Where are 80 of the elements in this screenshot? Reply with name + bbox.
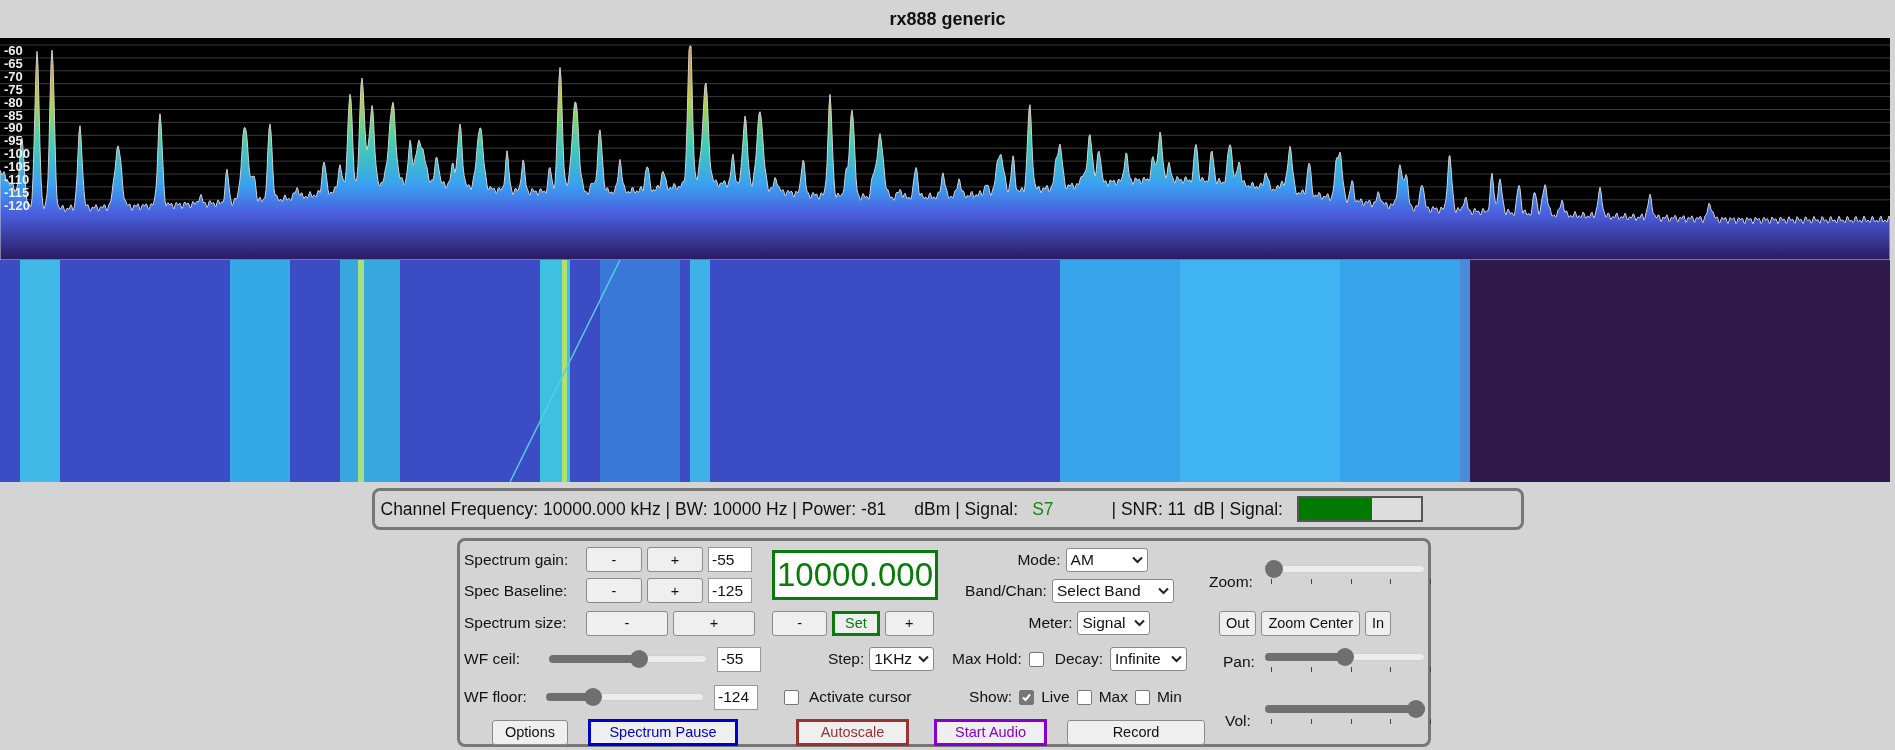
slider-thumb[interactable]: [1407, 699, 1425, 718]
options-button[interactable]: Options: [492, 719, 568, 745]
status-text: | SNR: 11: [1111, 498, 1186, 520]
chevron-down-icon: [1131, 555, 1143, 564]
minus-button[interactable]: -: [586, 547, 642, 572]
control-label: Mode:: [1017, 550, 1061, 569]
control-label: Decay:: [1054, 650, 1103, 668]
control-label: Max Hold:: [952, 650, 1022, 668]
set-button[interactable]: Set: [832, 610, 880, 636]
volume-slider[interactable]: [1265, 698, 1425, 719]
value-field[interactable]: -124: [714, 684, 758, 710]
control-label: Band/Chan:: [965, 581, 1047, 600]
axis-label: -70: [4, 70, 24, 84]
pause-button[interactable]: Spectrum Pause: [588, 718, 738, 746]
plus-button[interactable]: +: [673, 610, 755, 636]
window-title: rx888 generic: [889, 8, 1006, 30]
value-field[interactable]: -55: [717, 646, 761, 672]
value-field[interactable]: -125: [708, 578, 752, 603]
zoom-button[interactable]: Out: [1219, 610, 1257, 636]
control-label: WF ceil:: [464, 650, 520, 668]
checkbox-label: Activate cursor: [809, 688, 912, 706]
minus-button[interactable]: -: [772, 610, 828, 636]
frequency-display[interactable]: 10000.000: [772, 550, 938, 600]
status-text: dB | Signal:: [1193, 498, 1283, 520]
slider-thumb[interactable]: [583, 688, 602, 706]
axis-label: -80: [4, 96, 24, 110]
step-dropdown[interactable]: 1KHz: [869, 647, 934, 671]
zoom-button[interactable]: Zoom Center: [1261, 610, 1360, 636]
mode-dropdown[interactable]: AM: [1065, 547, 1148, 572]
s-meter-reading: S7: [1032, 498, 1054, 520]
axis-label: -85: [4, 109, 24, 123]
autoscale-button[interactable]: Autoscale: [796, 718, 909, 746]
slider-thumb[interactable]: [1265, 559, 1283, 578]
control-label: Zoom:: [1209, 573, 1253, 591]
checkbox-label: Max: [1098, 688, 1128, 706]
checkbox-label: Min: [1156, 688, 1182, 706]
control-label: Spectrum size:: [464, 614, 567, 632]
checkbox[interactable]: [1019, 689, 1035, 705]
checkbox[interactable]: [1028, 651, 1044, 667]
plus-button[interactable]: +: [884, 610, 934, 636]
minus-button[interactable]: -: [586, 610, 668, 636]
zoom-slider[interactable]: [1265, 558, 1425, 579]
decay-dropdown[interactable]: Infinite: [1110, 647, 1187, 671]
plus-button[interactable]: +: [647, 578, 703, 603]
minus-button[interactable]: -: [586, 578, 642, 603]
record-button[interactable]: Record: [1067, 719, 1205, 745]
status-text: dBm | Signal:: [914, 498, 1019, 520]
status-text: Channel Frequency: 10000.000 kHz | BW: 10000 Hz | Power: -81: [380, 498, 887, 520]
chevron-down-icon: [1171, 655, 1182, 663]
control-label: Spec Baseline:: [464, 581, 568, 600]
slider-thumb[interactable]: [1336, 647, 1354, 666]
meter-dropdown[interactable]: Signal: [1077, 611, 1151, 635]
axis-label: -90: [4, 122, 24, 136]
control-label: WF floor:: [464, 688, 527, 706]
plus-button[interactable]: +: [647, 547, 703, 572]
pan-slider[interactable]: [1265, 646, 1425, 667]
chevron-down-icon: [1134, 619, 1146, 627]
checkbox-label: Live: [1041, 688, 1070, 706]
zoom-button[interactable]: In: [1365, 610, 1392, 636]
axis-label: -75: [4, 83, 24, 97]
axis-label: -120: [4, 199, 31, 213]
control-label: Step:: [828, 650, 865, 668]
band-dropdown[interactable]: Select Band: [1051, 578, 1174, 603]
control-label: Vol:: [1225, 712, 1251, 730]
checkbox[interactable]: [1134, 689, 1150, 705]
waterfall-slider[interactable]: [546, 687, 704, 707]
chevron-down-icon: [918, 655, 929, 663]
waterfall-slider[interactable]: [549, 649, 707, 669]
checkbox[interactable]: [1076, 689, 1092, 705]
checkbox[interactable]: [784, 689, 799, 705]
value-field[interactable]: -55: [708, 547, 752, 572]
slider-thumb[interactable]: [630, 650, 649, 668]
axis-label: -65: [4, 57, 24, 71]
control-label: Show:: [969, 688, 1013, 706]
control-label: Pan:: [1223, 653, 1255, 671]
start-audio-button[interactable]: Start Audio: [934, 718, 1047, 746]
control-label: Spectrum gain:: [464, 550, 569, 569]
chevron-down-icon: [1157, 586, 1169, 595]
axis-label: -60: [4, 45, 24, 58]
control-label: Meter:: [1028, 614, 1073, 632]
